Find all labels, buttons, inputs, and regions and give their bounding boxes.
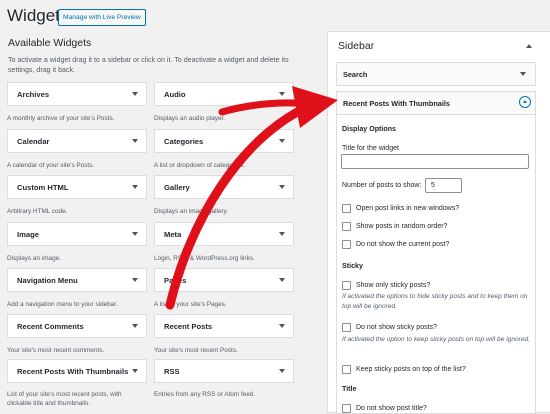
sidebar-widget-search[interactable]: Search	[336, 62, 536, 86]
chevron-down-icon[interactable]	[132, 92, 138, 96]
widget-label: Categories	[164, 137, 204, 146]
sticky-only-help: If activated the options to hide sticky …	[342, 293, 528, 310]
chevron-down-icon[interactable]	[132, 369, 138, 373]
hide-title-label: Do not show post title?	[356, 405, 427, 412]
widget-custom-html[interactable]: Custom HTML	[7, 175, 147, 199]
widget-title-input[interactable]	[341, 154, 529, 169]
chevron-down-icon[interactable]	[132, 139, 138, 143]
manage-live-preview-button[interactable]: Manage with Live Preview	[58, 9, 146, 26]
widget-calendar[interactable]: Calendar	[7, 129, 147, 153]
widget-label: Calendar	[17, 137, 50, 146]
widget-label: Navigation Menu	[17, 276, 78, 285]
widget-description: Displays an audio player.	[154, 115, 226, 122]
widget-gallery[interactable]: Gallery	[154, 175, 294, 199]
sticky-only-checkbox[interactable]	[342, 281, 351, 290]
widget-description: A calendar of your site's Posts.	[7, 162, 95, 169]
widget-description: List of your site's most recent posts, w…	[7, 391, 122, 407]
title-field-label: Title for the widget	[342, 145, 399, 152]
widget-label: Image	[17, 230, 39, 239]
chevron-down-icon[interactable]	[279, 92, 285, 96]
display-options-heading: Display Options	[342, 125, 396, 133]
widget-description: Displays an image gallery.	[154, 208, 229, 215]
widget-label: Meta	[164, 230, 182, 239]
widget-label: Custom HTML	[17, 183, 69, 192]
chevron-down-icon[interactable]	[132, 232, 138, 236]
random-order-label: Show posts in random order?	[356, 223, 448, 230]
no-sticky-help: If activated the option to keep sticky p…	[342, 336, 531, 343]
keep-top-label: Keep sticky posts on top of the list?	[356, 366, 466, 373]
new-window-checkbox[interactable]	[342, 204, 351, 213]
num-posts-input[interactable]: 5	[425, 178, 462, 193]
widget-label: Recent Comments	[17, 322, 84, 331]
chevron-down-icon[interactable]	[132, 185, 138, 189]
available-widgets-description: To activate a widget drag it to a sideba…	[8, 56, 289, 74]
chevron-down-icon[interactable]	[279, 232, 285, 236]
chevron-down-icon[interactable]	[279, 185, 285, 189]
chevron-down-icon[interactable]	[279, 369, 285, 373]
widget-archives[interactable]: Archives	[7, 82, 147, 106]
widget-description: Entries from any RSS or Atom feed.	[154, 391, 256, 398]
widget-audio[interactable]: Audio	[154, 82, 294, 106]
sidebar-widget-recent-posts-thumbnails[interactable]: Recent Posts With Thumbnails	[336, 91, 536, 115]
widget-recent-posts[interactable]: Recent Posts	[154, 314, 294, 338]
widget-image[interactable]: Image	[7, 222, 147, 246]
widget-description: Add a navigation menu to your sidebar.	[7, 301, 118, 308]
widget-pages[interactable]: Pages	[154, 268, 294, 292]
widget-label: Recent Posts	[164, 322, 213, 331]
widget-recent-comments[interactable]: Recent Comments	[7, 314, 147, 338]
chevron-down-icon[interactable]	[279, 139, 285, 143]
keep-top-checkbox[interactable]	[342, 365, 351, 374]
widget-rss[interactable]: RSS	[154, 359, 294, 383]
widget-recent-posts-with-thumbnails[interactable]: Recent Posts With Thumbnails	[7, 359, 147, 383]
chevron-down-icon[interactable]	[132, 278, 138, 282]
collapse-toggle-icon[interactable]	[519, 96, 531, 108]
widget-navigation-menu[interactable]: Navigation Menu	[7, 268, 147, 292]
chevron-up-icon[interactable]	[526, 44, 532, 48]
widget-description: Your site's most recent Posts.	[154, 347, 238, 354]
widget-description: Login, RSS, & WordPress.org links.	[154, 255, 255, 262]
widget-description: A list or dropdown of categories.	[154, 162, 245, 169]
widget-label: Gallery	[164, 183, 190, 192]
widget-categories[interactable]: Categories	[154, 129, 294, 153]
widget-description: A monthly archive of your site's Posts.	[7, 115, 115, 122]
sticky-heading: Sticky	[342, 262, 363, 270]
new-window-label: Open post links in new windows?	[356, 205, 460, 212]
chevron-down-icon[interactable]	[520, 72, 526, 76]
widget-label: Search	[343, 70, 368, 79]
widget-label: Archives	[17, 90, 50, 99]
widget-meta[interactable]: Meta	[154, 222, 294, 246]
widget-label: Recent Posts With Thumbnails	[17, 367, 129, 376]
widget-label: RSS	[164, 367, 180, 376]
hide-current-checkbox[interactable]	[342, 240, 351, 249]
chevron-down-icon[interactable]	[132, 324, 138, 328]
widget-label: Audio	[164, 90, 186, 99]
no-sticky-label: Do not show sticky posts?	[356, 324, 437, 331]
available-widgets-title: Available Widgets	[8, 37, 92, 49]
random-order-checkbox[interactable]	[342, 222, 351, 231]
hide-current-label: Do not show the current post?	[356, 241, 450, 248]
widget-label: Pages	[164, 276, 187, 285]
widget-description: A list of your site's Pages.	[154, 301, 227, 308]
widget-label: Recent Posts With Thumbnails	[343, 99, 450, 108]
chevron-down-icon[interactable]	[279, 278, 285, 282]
widget-description: Arbitrary HTML code.	[7, 208, 68, 215]
widget-description: Displays an image.	[7, 255, 61, 262]
num-posts-label: Number of posts to show:	[342, 182, 422, 189]
hide-title-checkbox[interactable]	[342, 404, 351, 413]
sidebar-title: Sidebar	[338, 40, 375, 52]
sidebar-area: Sidebar Search Recent Posts With Thumbna…	[327, 31, 550, 414]
no-sticky-checkbox[interactable]	[342, 323, 351, 332]
widget-description: Your site's most recent comments.	[7, 347, 105, 354]
chevron-down-icon[interactable]	[279, 324, 285, 328]
title-heading: Title	[342, 385, 357, 393]
sticky-only-label: Show only sticky posts?	[356, 282, 431, 289]
